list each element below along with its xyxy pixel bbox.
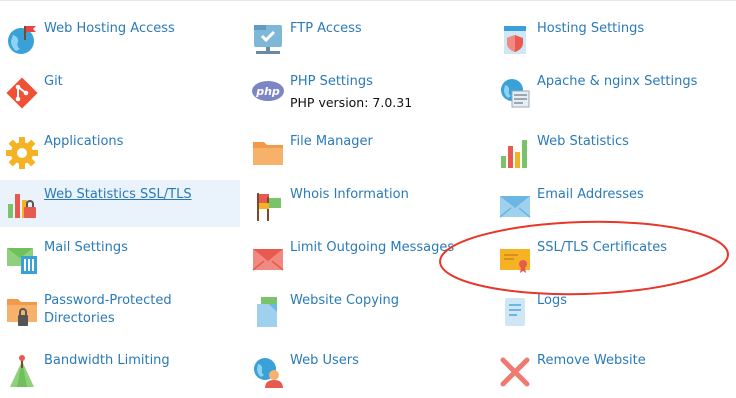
web-user-icon	[251, 355, 285, 389]
locked-folder-icon	[5, 295, 39, 329]
item-web-statistics[interactable]: Web Statistics	[493, 133, 736, 173]
item-bandwidth-limiting[interactable]: Bandwidth Limiting	[0, 352, 240, 392]
item-web-statistics-ssl[interactable]: Web Statistics SSL/TLS	[0, 180, 240, 227]
php-icon: php	[251, 76, 285, 110]
web-statistics-ssl-label[interactable]: Web Statistics SSL/TLS	[44, 186, 192, 204]
git-icon	[5, 76, 39, 110]
item-whois-information[interactable]: Whois Information	[246, 186, 486, 226]
copy-pages-icon	[251, 295, 285, 329]
item-applications[interactable]: Applications	[0, 133, 240, 173]
envelope-limit-icon	[251, 242, 285, 276]
remove-x-icon	[498, 355, 532, 389]
ssl-tls-certificates-label[interactable]: SSL/TLS Certificates	[537, 239, 667, 257]
certificate-icon	[498, 242, 532, 276]
bandwidth-icon	[5, 355, 39, 389]
git-label[interactable]: Git	[44, 73, 63, 91]
log-document-icon	[498, 295, 532, 329]
applications-label[interactable]: Applications	[44, 133, 123, 151]
mail-settings-label[interactable]: Mail Settings	[44, 239, 128, 257]
whois-flags-icon	[251, 189, 285, 223]
web-users-label[interactable]: Web Users	[290, 352, 359, 370]
item-web-users[interactable]: Web Users	[246, 352, 486, 392]
logs-label[interactable]: Logs	[537, 292, 567, 310]
item-mail-settings[interactable]: Mail Settings	[0, 239, 240, 279]
bandwidth-limiting-label[interactable]: Bandwidth Limiting	[44, 352, 170, 370]
bar-chart-lock-icon	[5, 186, 39, 220]
item-logs[interactable]: Logs	[493, 292, 736, 332]
bar-chart-icon	[498, 136, 532, 170]
mail-settings-icon	[5, 242, 39, 276]
gear-icon	[5, 136, 39, 170]
hosting-settings-label[interactable]: Hosting Settings	[537, 20, 644, 38]
item-website-copying[interactable]: Website Copying	[246, 292, 486, 332]
item-limit-outgoing-messages[interactable]: Limit Outgoing Messages	[246, 239, 486, 279]
web-statistics-label[interactable]: Web Statistics	[537, 133, 629, 151]
item-web-hosting-access[interactable]: Web Hosting Access	[0, 20, 240, 60]
web-hosting-access-label[interactable]: Web Hosting Access	[44, 20, 175, 38]
password-protected-label[interactable]: Password-Protected	[44, 292, 172, 310]
item-ftp-access[interactable]: FTP Access	[246, 20, 486, 60]
item-email-addresses[interactable]: Email Addresses	[493, 186, 736, 226]
website-copying-label[interactable]: Website Copying	[290, 292, 399, 310]
file-manager-label[interactable]: File Manager	[290, 133, 373, 151]
php-settings-label[interactable]: PHP Settings	[290, 73, 373, 91]
envelope-icon	[498, 189, 532, 223]
globe-flag-icon	[5, 23, 39, 57]
item-apache-nginx-settings[interactable]: Apache & nginx Settings	[493, 73, 736, 113]
tools-grid: Web Hosting Access FTP Access Hosting Se…	[0, 0, 736, 398]
php-version-text: PHP version: 7.0.31	[290, 95, 413, 110]
svg-text:php: php	[255, 85, 280, 98]
whois-information-label[interactable]: Whois Information	[290, 186, 409, 204]
hosting-settings-icon	[498, 23, 532, 57]
remove-website-label[interactable]: Remove Website	[537, 352, 646, 370]
item-ssl-tls-certificates[interactable]: SSL/TLS Certificates	[493, 239, 736, 279]
item-file-manager[interactable]: File Manager	[246, 133, 486, 173]
directories-label[interactable]: Directories	[44, 310, 115, 328]
email-addresses-label[interactable]: Email Addresses	[537, 186, 644, 204]
apache-nginx-label[interactable]: Apache & nginx Settings	[537, 73, 697, 91]
item-remove-website[interactable]: Remove Website	[493, 352, 736, 392]
item-password-protected-directories[interactable]: Password-Protected Directories	[0, 292, 240, 340]
item-php-settings[interactable]: php PHP Settings PHP version: 7.0.31	[246, 73, 486, 121]
ftp-folder-icon	[251, 23, 285, 57]
item-git[interactable]: Git	[0, 73, 240, 113]
apache-nginx-icon	[498, 76, 532, 110]
ftp-access-label[interactable]: FTP Access	[290, 20, 362, 38]
folder-icon	[251, 136, 285, 170]
limit-outgoing-messages-label[interactable]: Limit Outgoing Messages	[290, 239, 454, 257]
item-hosting-settings[interactable]: Hosting Settings	[493, 20, 736, 60]
